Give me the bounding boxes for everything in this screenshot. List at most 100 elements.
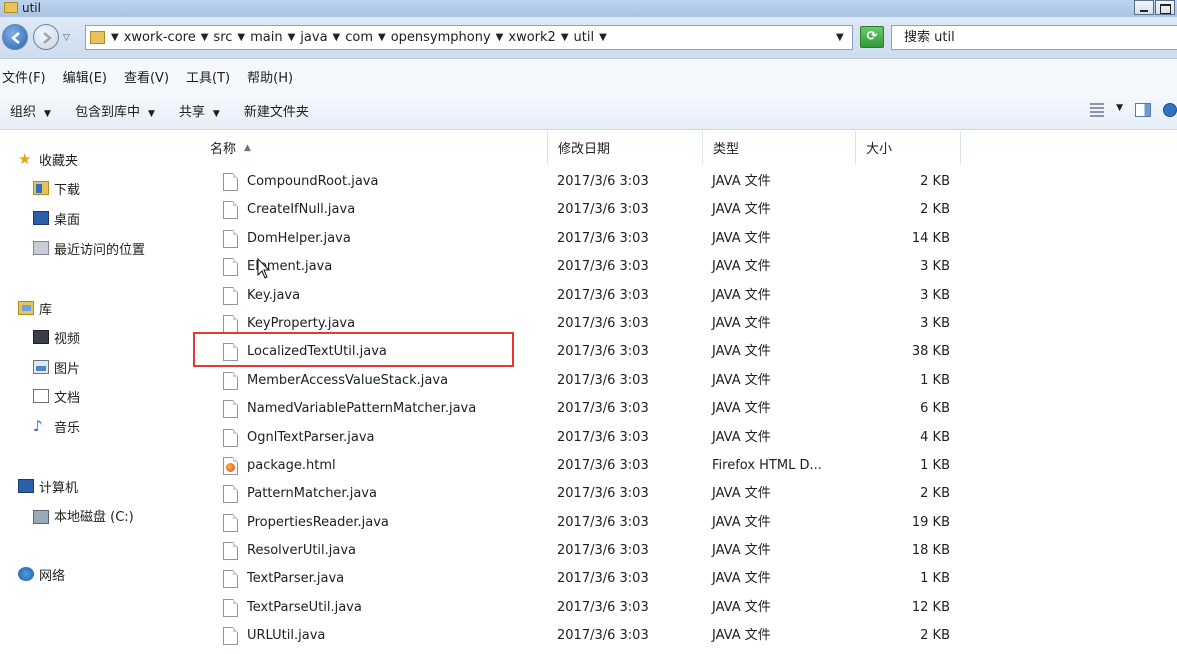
menu-item[interactable]: 文件(F) bbox=[2, 67, 46, 86]
column-label: 名称 bbox=[210, 142, 237, 157]
breadcrumb-item[interactable]: ▼ xwork2 bbox=[496, 30, 556, 45]
file-type: JAVA 文件 bbox=[712, 315, 771, 331]
chevron-down-icon[interactable]: ▼ bbox=[111, 32, 119, 43]
file-name: CreateIfNull.java bbox=[247, 202, 356, 218]
chevron-down-icon[interactable]: ▼ bbox=[333, 32, 341, 43]
file-row[interactable]: TextParser.java 2017/3/6 3:03 JAVA 文件 1 KB bbox=[200, 565, 1177, 593]
file-row[interactable]: package.html 2017/3/6 3:03 Firefox HTML D.… bbox=[200, 452, 1177, 480]
breadcrumb-label: java bbox=[300, 30, 328, 45]
file-row[interactable]: ResolverUtil.java 2017/3/6 3:03 JAVA 文件 18 … bbox=[200, 537, 1177, 565]
address-bar[interactable]: ▼ xwork-core ▼ src ▼ main ▼ java ▼ com ▼ opensympho… bbox=[85, 25, 853, 50]
file-row[interactable]: LocalizedTextUtil.java 2017/3/6 3:03 JAVA … bbox=[200, 338, 1177, 366]
column-header-name[interactable]: 名称 ▲ bbox=[200, 131, 548, 164]
file-icon bbox=[223, 542, 238, 561]
new-folder-button[interactable]: 新建文件夹 bbox=[244, 101, 309, 120]
file-date: 2017/3/6 3:03 bbox=[557, 429, 649, 445]
file-row[interactable]: CompoundRoot.java 2017/3/6 3:03 JAVA 文件 2 K… bbox=[200, 168, 1177, 196]
file-icon bbox=[223, 485, 238, 504]
breadcrumb-label: com bbox=[345, 30, 374, 45]
refresh-button[interactable]: ⟳ bbox=[860, 26, 884, 48]
file-name: package.html bbox=[247, 457, 336, 473]
file-icon bbox=[223, 598, 238, 617]
file-row[interactable]: OgnlTextParser.java 2017/3/6 3:03 JAVA 文件 4… bbox=[200, 424, 1177, 452]
file-name: PropertiesReader.java bbox=[247, 514, 389, 530]
nav-desktop[interactable]: 桌面 bbox=[33, 207, 80, 229]
file-type: JAVA 文件 bbox=[712, 543, 771, 559]
file-row[interactable]: NamedVariablePatternMatcher.java 2017/3/6… bbox=[200, 395, 1177, 423]
breadcrumb-label: src bbox=[213, 30, 233, 45]
file-row[interactable]: Element.java 2017/3/6 3:03 JAVA 文件 3 KB bbox=[200, 253, 1177, 281]
back-button[interactable] bbox=[2, 24, 28, 50]
file-row[interactable]: KeyProperty.java 2017/3/6 3:03 JAVA 文件 3 KB bbox=[200, 310, 1177, 338]
view-controls: ▼ bbox=[1078, 103, 1177, 117]
nav-pictures[interactable]: 图片 bbox=[33, 356, 80, 378]
chevron-down-icon[interactable]: ▼ bbox=[561, 32, 569, 43]
file-date: 2017/3/6 3:03 bbox=[557, 628, 649, 644]
maximize-button[interactable] bbox=[1155, 0, 1175, 15]
breadcrumb-item[interactable]: ▼ main bbox=[237, 30, 282, 45]
chevron-down-icon[interactable]: ▼ bbox=[201, 32, 209, 43]
nav-videos[interactable]: 视频 bbox=[33, 326, 80, 348]
breadcrumb-item[interactable]: ▼ xwork-core bbox=[111, 30, 196, 45]
chevron-down-icon[interactable]: ▼ bbox=[378, 32, 386, 43]
preview-pane-icon[interactable] bbox=[1135, 103, 1151, 117]
breadcrumb-item[interactable]: ▼ opensymphony bbox=[378, 30, 491, 45]
file-type: JAVA 文件 bbox=[712, 571, 771, 587]
chevron-down-icon[interactable]: ▼ bbox=[288, 32, 296, 43]
file-icon bbox=[223, 201, 238, 220]
breadcrumb-item[interactable]: ▼ java bbox=[288, 30, 328, 45]
file-row[interactable]: DomHelper.java 2017/3/6 3:03 JAVA 文件 14 KB bbox=[200, 225, 1177, 253]
column-header-type[interactable]: 类型 bbox=[703, 131, 856, 164]
file-row[interactable]: PatternMatcher.java 2017/3/6 3:03 JAVA 文件 2… bbox=[200, 480, 1177, 508]
include-library-label: 包含到库中 bbox=[74, 105, 140, 120]
file-row[interactable]: MemberAccessValueStack.java 2017/3/6 3:03… bbox=[200, 367, 1177, 395]
menu-item[interactable]: 帮助(H) bbox=[247, 67, 293, 86]
nav-downloads[interactable]: 下载 bbox=[33, 177, 80, 199]
breadcrumb-dropdown[interactable]: ▼ bbox=[599, 32, 612, 43]
downloads-folder-icon bbox=[33, 181, 49, 195]
breadcrumb-item[interactable]: ▼ com bbox=[333, 30, 373, 45]
file-row[interactable]: PropertiesReader.java 2017/3/6 3:03 JAVA 文… bbox=[200, 509, 1177, 537]
file-name: ResolverUtil.java bbox=[247, 543, 357, 559]
forward-button[interactable] bbox=[33, 24, 59, 50]
nav-documents[interactable]: 文档 bbox=[33, 385, 80, 407]
library-icon bbox=[18, 301, 34, 315]
chevron-down-icon[interactable]: ▼ bbox=[836, 32, 844, 43]
menu-item[interactable]: 编辑(E) bbox=[63, 67, 107, 86]
nav-music[interactable]: ♪ 音乐 bbox=[33, 415, 80, 437]
nav-computer[interactable]: 计算机 bbox=[18, 475, 78, 497]
nav-label: 网络 bbox=[39, 568, 66, 584]
title-bar: util bbox=[0, 0, 1177, 17]
recent-pages-icon[interactable]: ▽ bbox=[63, 33, 70, 43]
file-size: 6 KB bbox=[920, 401, 950, 417]
file-row[interactable]: TextParseUtil.java 2017/3/6 3:03 JAVA 文件 12… bbox=[200, 594, 1177, 622]
minimize-button[interactable] bbox=[1134, 0, 1154, 15]
menu-item[interactable]: 查看(V) bbox=[124, 67, 169, 86]
organize-button[interactable]: 组织 ▼ bbox=[10, 101, 51, 120]
chevron-down-icon[interactable]: ▼ bbox=[1116, 103, 1123, 117]
nav-local-disk[interactable]: 本地磁盘 (C:) bbox=[33, 504, 134, 526]
file-row[interactable]: Key.java 2017/3/6 3:03 JAVA 文件 3 KB bbox=[200, 282, 1177, 310]
chevron-down-icon[interactable]: ▼ bbox=[237, 32, 245, 43]
nav-recent[interactable]: 最近访问的位置 bbox=[33, 237, 145, 259]
column-header-date[interactable]: 修改日期 bbox=[548, 131, 703, 164]
nav-network[interactable]: 网络 bbox=[18, 563, 65, 585]
include-library-button[interactable]: 包含到库中 ▼ bbox=[75, 101, 155, 120]
file-name: OgnlTextParser.java bbox=[247, 429, 375, 445]
file-date: 2017/3/6 3:03 bbox=[557, 344, 649, 360]
view-list-icon[interactable] bbox=[1090, 103, 1105, 117]
file-type: Firefox HTML D... bbox=[712, 457, 822, 473]
share-button[interactable]: 共享 ▼ bbox=[179, 101, 220, 120]
breadcrumb-item[interactable]: ▼ src bbox=[201, 30, 233, 45]
search-input[interactable]: 搜索 util bbox=[891, 25, 1177, 50]
column-header-size[interactable]: 大小 bbox=[856, 131, 961, 164]
nav-libraries[interactable]: 库 bbox=[18, 297, 52, 319]
chevron-down-icon[interactable]: ▼ bbox=[599, 32, 607, 43]
chevron-down-icon[interactable]: ▼ bbox=[496, 32, 504, 43]
menu-item[interactable]: 工具(T) bbox=[186, 67, 230, 86]
file-row[interactable]: CreateIfNull.java 2017/3/6 3:03 JAVA 文件 2 K… bbox=[200, 196, 1177, 224]
file-row[interactable]: URLUtil.java 2017/3/6 3:03 JAVA 文件 2 KB bbox=[200, 622, 1177, 650]
nav-favorites[interactable]: ★ 收藏夹 bbox=[18, 148, 78, 170]
breadcrumb-item[interactable]: ▼ util bbox=[561, 30, 594, 45]
help-icon[interactable] bbox=[1163, 103, 1177, 117]
